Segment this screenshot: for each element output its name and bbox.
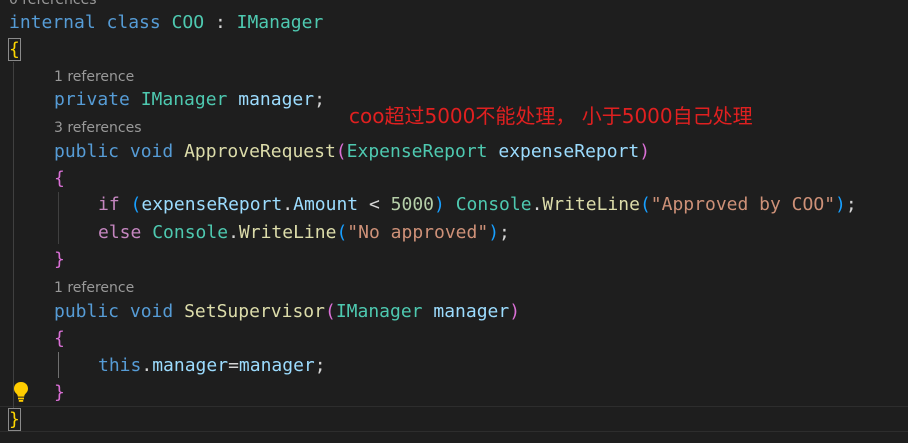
dot-token: . xyxy=(531,194,543,215)
keyword-internal: internal xyxy=(9,12,96,33)
paren-open: ( xyxy=(336,222,348,243)
paren-open: ( xyxy=(639,194,651,215)
paren-close: ) xyxy=(488,222,500,243)
code-line-class-close-brace[interactable]: } xyxy=(0,407,908,433)
code-line-set-supervisor-open-brace[interactable]: { xyxy=(0,326,908,352)
method-open-brace: { xyxy=(54,168,65,189)
paren-open: ( xyxy=(335,141,347,162)
semicolon-token: ; xyxy=(845,194,857,215)
property-amount: Amount xyxy=(293,194,359,215)
field-type: IManager xyxy=(140,89,228,110)
interface-name: IManager xyxy=(236,12,324,33)
paren-close: ) xyxy=(509,301,521,322)
semicolon-token: ; xyxy=(314,355,326,376)
console-class: Console xyxy=(152,222,229,243)
paren-close: ) xyxy=(639,141,651,162)
param-type-imanager: IManager xyxy=(335,301,423,322)
dot-token: . xyxy=(228,222,239,243)
code-line-else-statement[interactable]: else Console.WriteLine("No approved"); xyxy=(0,220,908,246)
keyword-public: public xyxy=(54,141,120,162)
keyword-this: this xyxy=(98,355,142,376)
paren-close: ) xyxy=(434,194,445,215)
field-name: manager xyxy=(238,89,315,110)
keyword-void: void xyxy=(129,141,174,162)
code-line-if-statement[interactable]: if (expenseReport.Amount < 5000) Console… xyxy=(0,192,908,218)
semicolon-token: ; xyxy=(499,222,510,243)
expr-object: expenseReport xyxy=(141,194,283,215)
keyword-class: class xyxy=(106,12,161,33)
paren-open: ( xyxy=(324,301,336,322)
class-open-brace: { xyxy=(8,38,21,61)
assign-operator: = xyxy=(228,355,239,376)
code-line-approve-signature[interactable]: public void ApproveRequest(ExpenseReport… xyxy=(0,139,908,165)
keyword-if: if xyxy=(98,194,120,215)
code-line-set-supervisor-signature[interactable]: public void SetSupervisor(IManager manag… xyxy=(0,299,908,325)
number-literal: 5000 xyxy=(390,194,435,215)
lightbulb-icon[interactable] xyxy=(12,381,30,403)
keyword-private: private xyxy=(54,89,130,110)
keyword-void: void xyxy=(129,301,174,322)
code-line-class-open-brace[interactable]: { xyxy=(0,37,908,63)
class-close-brace: } xyxy=(8,408,21,431)
param-name-expense-report: expenseReport xyxy=(498,141,640,162)
code-line-approve-open-brace[interactable]: { xyxy=(0,166,908,192)
method-close-brace: } xyxy=(54,249,65,270)
operator-less-than: < xyxy=(358,194,391,215)
code-line-assignment[interactable]: this.manager=manager; xyxy=(0,353,908,379)
string-approved: "Approved by COO" xyxy=(650,194,836,215)
method-close-brace: } xyxy=(54,382,65,403)
code-line-set-supervisor-close-brace[interactable]: } xyxy=(0,380,908,406)
member-manager: manager xyxy=(152,355,229,376)
colon-token: : xyxy=(214,12,226,33)
code-line-class-declaration[interactable]: internal class COO : IManager xyxy=(0,10,908,36)
keyword-else: else xyxy=(98,222,142,243)
param-type-expense-report: ExpenseReport xyxy=(346,141,488,162)
param-name-manager: manager xyxy=(433,301,510,322)
method-open-brace: { xyxy=(54,328,65,349)
keyword-public: public xyxy=(54,301,120,322)
method-writeline: WriteLine xyxy=(238,222,337,243)
method-name-set-supervisor: SetSupervisor xyxy=(184,301,325,322)
annotation-text: coo超过5000不能处理， 小于5000自己处理 xyxy=(349,104,753,128)
codelens-field-references[interactable]: 1 reference xyxy=(0,66,908,88)
string-no-approved: "No approved" xyxy=(347,222,489,243)
paren-close: ) xyxy=(835,194,846,215)
codelens-set-supervisor-references[interactable]: 1 reference xyxy=(0,277,908,299)
class-name: COO xyxy=(171,12,205,33)
console-class: Console xyxy=(455,194,532,215)
code-editor[interactable]: 0 references internal class COO : IManag… xyxy=(0,0,908,443)
method-name-approve: ApproveRequest xyxy=(184,141,336,162)
paren-open: ( xyxy=(130,194,142,215)
semicolon-token: ; xyxy=(314,89,325,110)
rhs-manager: manager xyxy=(238,355,315,376)
dot-token: . xyxy=(141,355,153,376)
method-writeline: WriteLine xyxy=(542,194,640,215)
dot-token: . xyxy=(282,194,294,215)
code-line-approve-close-brace[interactable]: } xyxy=(0,247,908,273)
